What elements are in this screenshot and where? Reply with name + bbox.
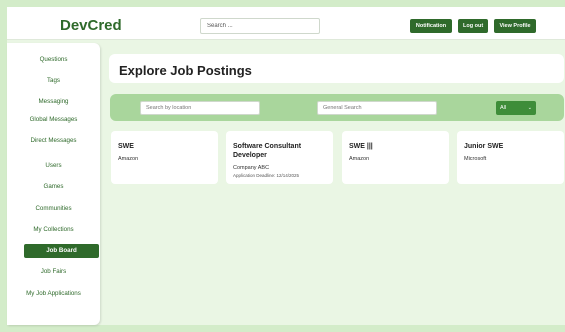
filter-bar: All ⌄ bbox=[110, 94, 564, 121]
sidebar: Questions Tags Messaging Global Messages… bbox=[7, 43, 100, 325]
logout-button[interactable]: Log out bbox=[458, 19, 488, 33]
job-company: Amazon bbox=[349, 156, 370, 162]
chevron-down-icon: ⌄ bbox=[527, 105, 532, 111]
sidebar-item-questions[interactable]: Questions bbox=[7, 56, 100, 63]
sidebar-item-games[interactable]: Games bbox=[7, 183, 100, 190]
job-title: Software Consultant Developer bbox=[233, 143, 302, 159]
job-card[interactable]: SWE ||| Amazon bbox=[342, 131, 449, 184]
job-card[interactable]: SWE Amazon bbox=[111, 131, 218, 184]
page-title: Explore Job Postings bbox=[119, 63, 252, 78]
location-search-input[interactable] bbox=[140, 101, 260, 115]
job-deadline: Application Deadline: 12/14/2025 bbox=[233, 173, 300, 178]
sidebar-item-my-job-applications[interactable]: My Job Applications bbox=[7, 290, 100, 297]
job-filter-select[interactable]: All ⌄ bbox=[496, 101, 536, 115]
view-profile-button[interactable]: View Profile bbox=[494, 19, 536, 33]
sidebar-item-job-board[interactable]: Job Board bbox=[24, 244, 99, 258]
sidebar-item-communities[interactable]: Communities bbox=[7, 205, 100, 212]
notification-button[interactable]: Notification bbox=[410, 19, 452, 33]
job-title: SWE ||| bbox=[349, 143, 373, 150]
job-card[interactable]: Software Consultant Developer Company AB… bbox=[226, 131, 333, 184]
sidebar-item-users[interactable]: Users bbox=[7, 162, 100, 169]
select-value: All bbox=[500, 105, 507, 111]
search-input[interactable] bbox=[200, 18, 320, 34]
job-card[interactable]: Junior SWE Microsoft bbox=[457, 131, 564, 184]
app-logo[interactable]: DevCred bbox=[60, 17, 122, 34]
sidebar-item-tags[interactable]: Tags bbox=[7, 77, 100, 84]
sidebar-item-direct-messages[interactable]: Direct Messages bbox=[7, 137, 100, 144]
job-title: SWE bbox=[118, 143, 134, 150]
sidebar-item-my-collections[interactable]: My Collections bbox=[7, 226, 100, 233]
page-title-card: Explore Job Postings bbox=[109, 54, 564, 83]
top-header: DevCred Notification Log out View Profil… bbox=[7, 7, 565, 40]
general-search-input[interactable] bbox=[317, 101, 437, 115]
job-company: Microsoft bbox=[464, 156, 487, 162]
sidebar-item-job-fairs[interactable]: Job Fairs bbox=[7, 268, 100, 275]
job-company: Company ABC bbox=[233, 165, 270, 171]
sidebar-item-global-messages[interactable]: Global Messages bbox=[7, 116, 100, 123]
job-company: Amazon bbox=[118, 156, 139, 162]
sidebar-item-messaging[interactable]: Messaging bbox=[7, 98, 100, 105]
job-title: Junior SWE bbox=[464, 143, 504, 150]
